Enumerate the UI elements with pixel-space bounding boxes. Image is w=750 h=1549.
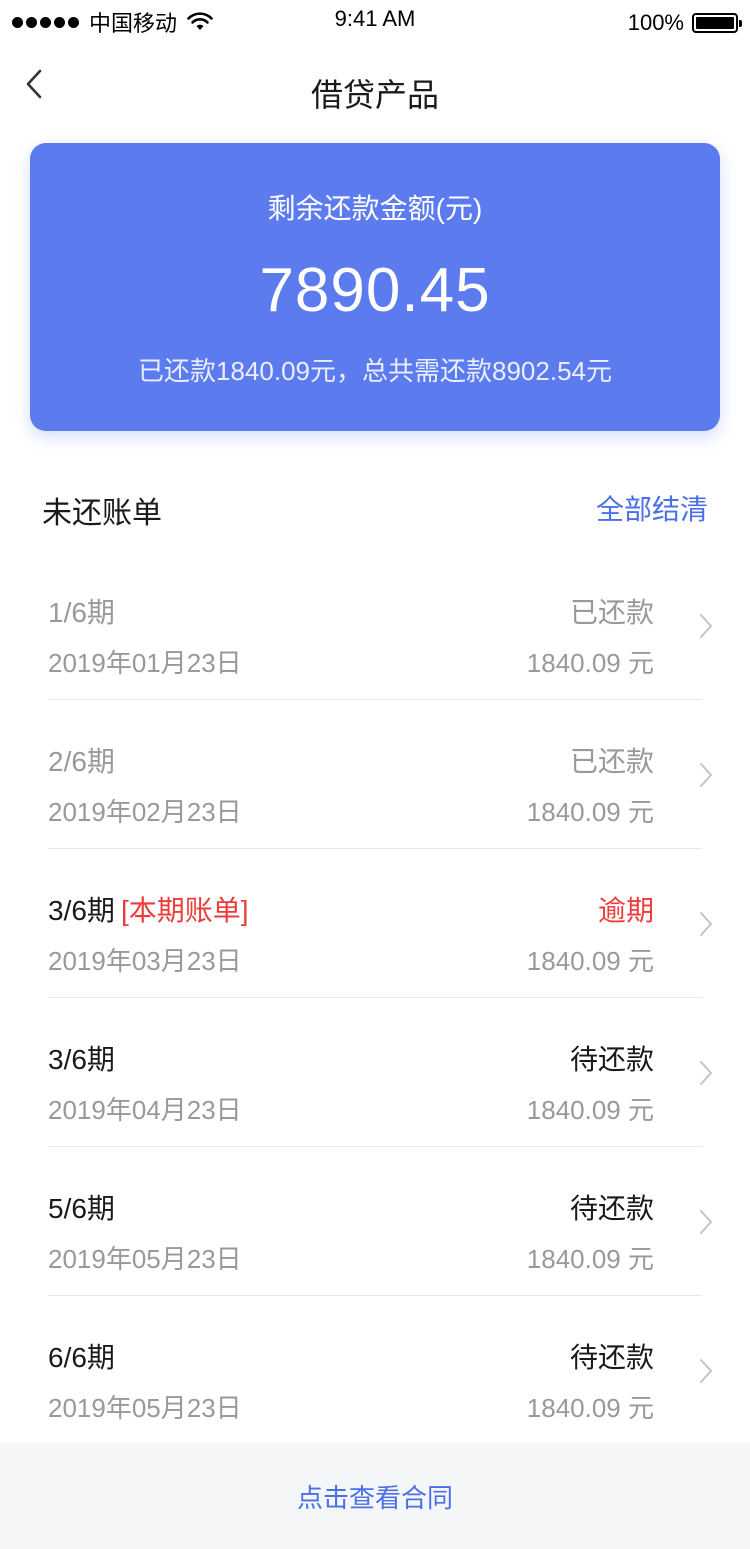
bill-period: 3/6期 <box>48 1038 115 1078</box>
bill-status-overdue: 逾期 <box>597 895 654 926</box>
bill-status: 待还款 <box>569 1342 654 1373</box>
bill-row[interactable]: 3/6期 [本期账单] 2019年03月23日 逾期 1840.09 元 <box>48 849 712 998</box>
bill-status: 已还款 <box>569 597 654 628</box>
chevron-right-icon <box>700 912 712 936</box>
loan-product-page: 中国移动 9:41 AM 100% 借贷产品 剩余还款金额(元) 7890.45… <box>0 0 750 1549</box>
bill-period-text: 3/6期 <box>48 895 115 926</box>
bill-date: 2019年02月23日 <box>48 797 242 827</box>
navigation-bar: 借贷产品 <box>0 50 750 130</box>
chevron-right-icon <box>700 763 712 787</box>
bill-amount: 1840.09 元 <box>526 1244 654 1274</box>
bill-status: 待还款 <box>569 1193 654 1224</box>
bill-period-text: 3/6期 <box>48 1044 115 1075</box>
bill-date: 2019年03月23日 <box>48 946 242 976</box>
bill-amount: 1840.09 元 <box>526 946 654 976</box>
bill-amount: 1840.09 元 <box>526 1095 654 1125</box>
footer-bar: 点击查看合同 <box>0 1443 750 1549</box>
bill-period: 5/6期 <box>48 1187 115 1227</box>
bill-period: 2/6期 <box>48 740 115 780</box>
bill-period: 6/6期 <box>48 1336 115 1376</box>
bill-amount: 1840.09 元 <box>526 1393 654 1423</box>
chevron-right-icon <box>700 1210 712 1234</box>
battery-percentage: 100% <box>627 10 684 35</box>
repayment-summary-card: 剩余还款金额(元) 7890.45 已还款1840.09元，总共需还款8902.… <box>30 143 720 431</box>
bill-list: 1/6期 2019年01月23日 已还款 1840.09 元 2/6期 2019… <box>48 551 712 1445</box>
status-bar: 中国移动 9:41 AM 100% <box>0 0 750 40</box>
bill-period-text: 6/6期 <box>48 1342 115 1373</box>
status-right: 100% <box>627 10 742 36</box>
chevron-right-icon <box>700 614 712 638</box>
bill-row[interactable]: 6/6期 2019年05月23日 待还款 1840.09 元 <box>48 1296 712 1445</box>
settle-all-button[interactable]: 全部结清 <box>596 488 708 528</box>
chevron-right-icon <box>700 1061 712 1085</box>
bill-period: 3/6期 [本期账单] <box>48 889 249 929</box>
bill-date: 2019年05月23日 <box>48 1393 242 1423</box>
bill-row[interactable]: 2/6期 2019年02月23日 已还款 1840.09 元 <box>48 700 712 849</box>
battery-icon <box>692 13 742 33</box>
bill-date: 2019年01月23日 <box>48 648 242 678</box>
page-title: 借贷产品 <box>310 77 439 113</box>
bill-period-text: 2/6期 <box>48 746 115 777</box>
bill-row[interactable]: 1/6期 2019年01月23日 已还款 1840.09 元 <box>48 551 712 700</box>
bill-row[interactable]: 3/6期 2019年04月23日 待还款 1840.09 元 <box>48 998 712 1147</box>
bill-amount: 1840.09 元 <box>526 797 654 827</box>
bill-amount: 1840.09 元 <box>526 648 654 678</box>
bill-row[interactable]: 5/6期 2019年05月23日 待还款 1840.09 元 <box>48 1147 712 1296</box>
view-contract-button[interactable]: 点击查看合同 <box>297 1478 453 1515</box>
unpaid-bills-title: 未还账单 <box>42 497 162 530</box>
bill-status: 已还款 <box>569 746 654 777</box>
chevron-right-icon <box>700 1359 712 1383</box>
bill-status: 待还款 <box>569 1044 654 1075</box>
bill-period: 1/6期 <box>48 591 115 631</box>
bill-period-text: 5/6期 <box>48 1193 115 1224</box>
remaining-amount-value: 7890.45 <box>259 256 491 325</box>
remaining-amount-label: 剩余还款金额(元) <box>267 193 483 224</box>
bill-date: 2019年04月23日 <box>48 1095 242 1125</box>
repayment-detail-text: 已还款1840.09元，总共需还款8902.54元 <box>138 356 612 386</box>
current-bill-tag: [本期账单] <box>120 895 249 926</box>
bill-date: 2019年05月23日 <box>48 1244 242 1274</box>
bill-period-text: 1/6期 <box>48 597 115 628</box>
